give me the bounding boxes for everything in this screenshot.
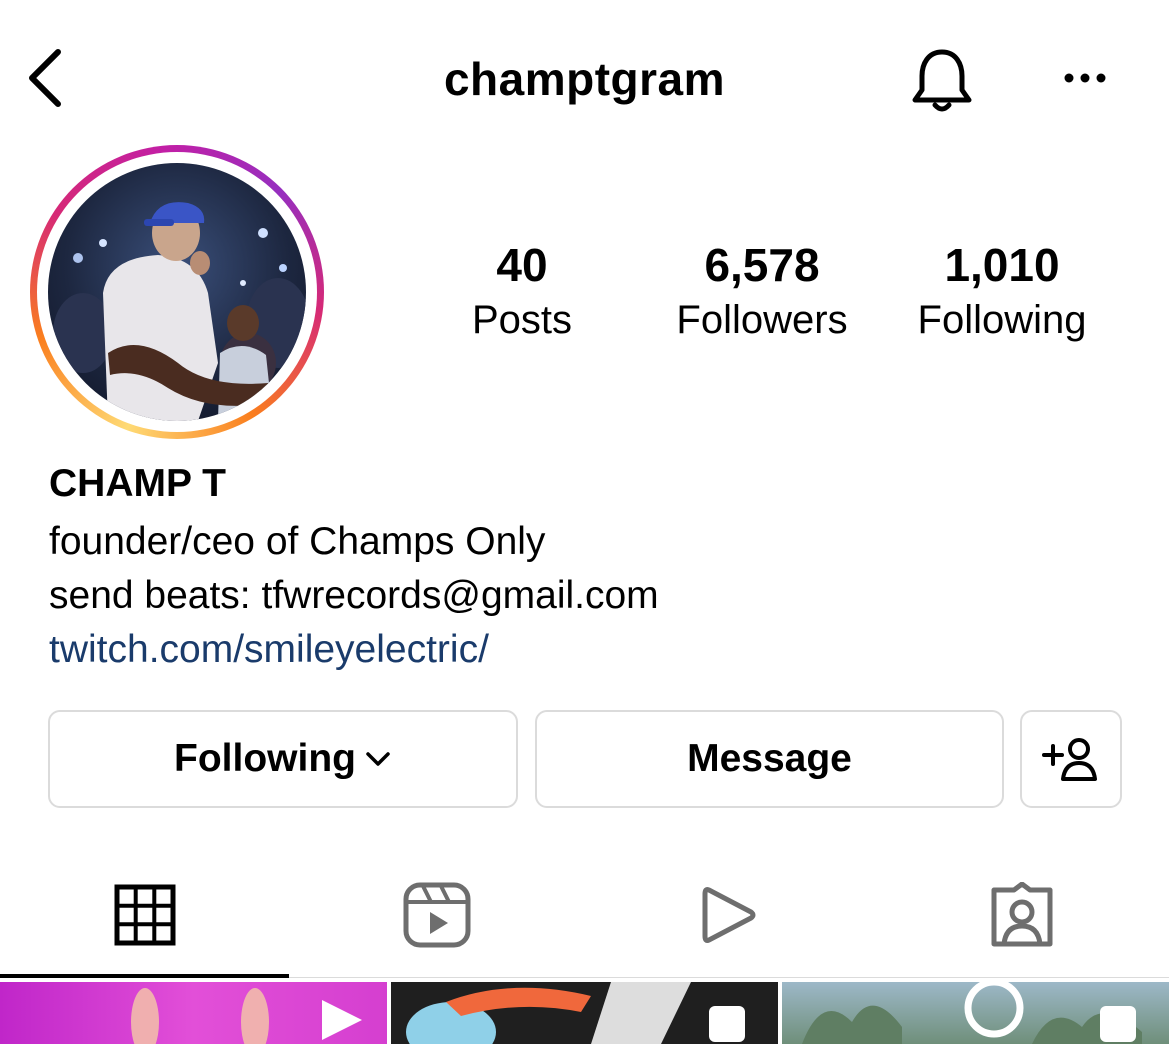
grid-icon [114,884,176,946]
following-count[interactable]: 1,010 Following [892,238,1112,348]
followers-count[interactable]: 6,578 Followers [652,238,872,348]
tab-posts-grid[interactable] [80,880,210,950]
display-name: CHAMP T [49,462,226,505]
reel-icon [1100,1006,1136,1042]
reels-icon [403,882,471,948]
avatar-story-ring[interactable] [30,145,324,439]
reel-icon [709,1006,745,1042]
message-button[interactable]: Message [535,710,1004,808]
more-horizontal-icon [1064,73,1106,83]
profile-username: champtgram [443,53,726,105]
tab-reels[interactable] [372,880,502,950]
bio-link[interactable]: twitch.com/smileyelectric/ [49,625,489,675]
followers-count-value: 6,578 [704,239,820,291]
posts-count[interactable]: 40 Posts [412,238,632,348]
post-thumbnail-1-image [131,988,362,1044]
video-play-icon [322,1000,362,1040]
avatar-ring-gap [37,152,317,432]
post-thumbnail-3-image [802,982,1142,1044]
bio-line-1: founder/ceo of Champs Only [49,520,546,563]
following-button[interactable]: Following [48,710,518,808]
tab-videos[interactable] [664,880,794,950]
add-person-icon [1042,738,1097,781]
bio-line-2: send beats: tfwrecords@gmail.com [49,574,659,617]
avatar-photo-image [53,202,306,421]
suggested-accounts-button[interactable] [1020,710,1122,808]
post-thumbnail-1[interactable] [0,982,387,1044]
followers-count-label: Followers [676,298,848,342]
posts-count-label: Posts [471,298,573,342]
post-thumbnail-2[interactable] [391,982,778,1044]
notifications-button[interactable] [906,44,978,116]
following-count-value: 1,010 [944,239,1060,291]
tagged-icon [991,882,1053,947]
active-tab-indicator [0,974,289,978]
chevron-down-icon [366,752,390,766]
following-button-label: Following [174,737,356,780]
posts-count-value: 40 [496,239,548,291]
bell-icon [912,49,972,112]
message-button-label: Message [687,737,852,780]
more-options-button[interactable] [1060,60,1110,96]
following-count-label: Following [917,298,1087,342]
post-thumbnail-3[interactable] [782,982,1169,1044]
post-thumbnail-2-image [406,982,745,1044]
avatar [48,163,306,421]
play-icon [702,887,756,943]
tab-tagged[interactable] [957,880,1087,950]
